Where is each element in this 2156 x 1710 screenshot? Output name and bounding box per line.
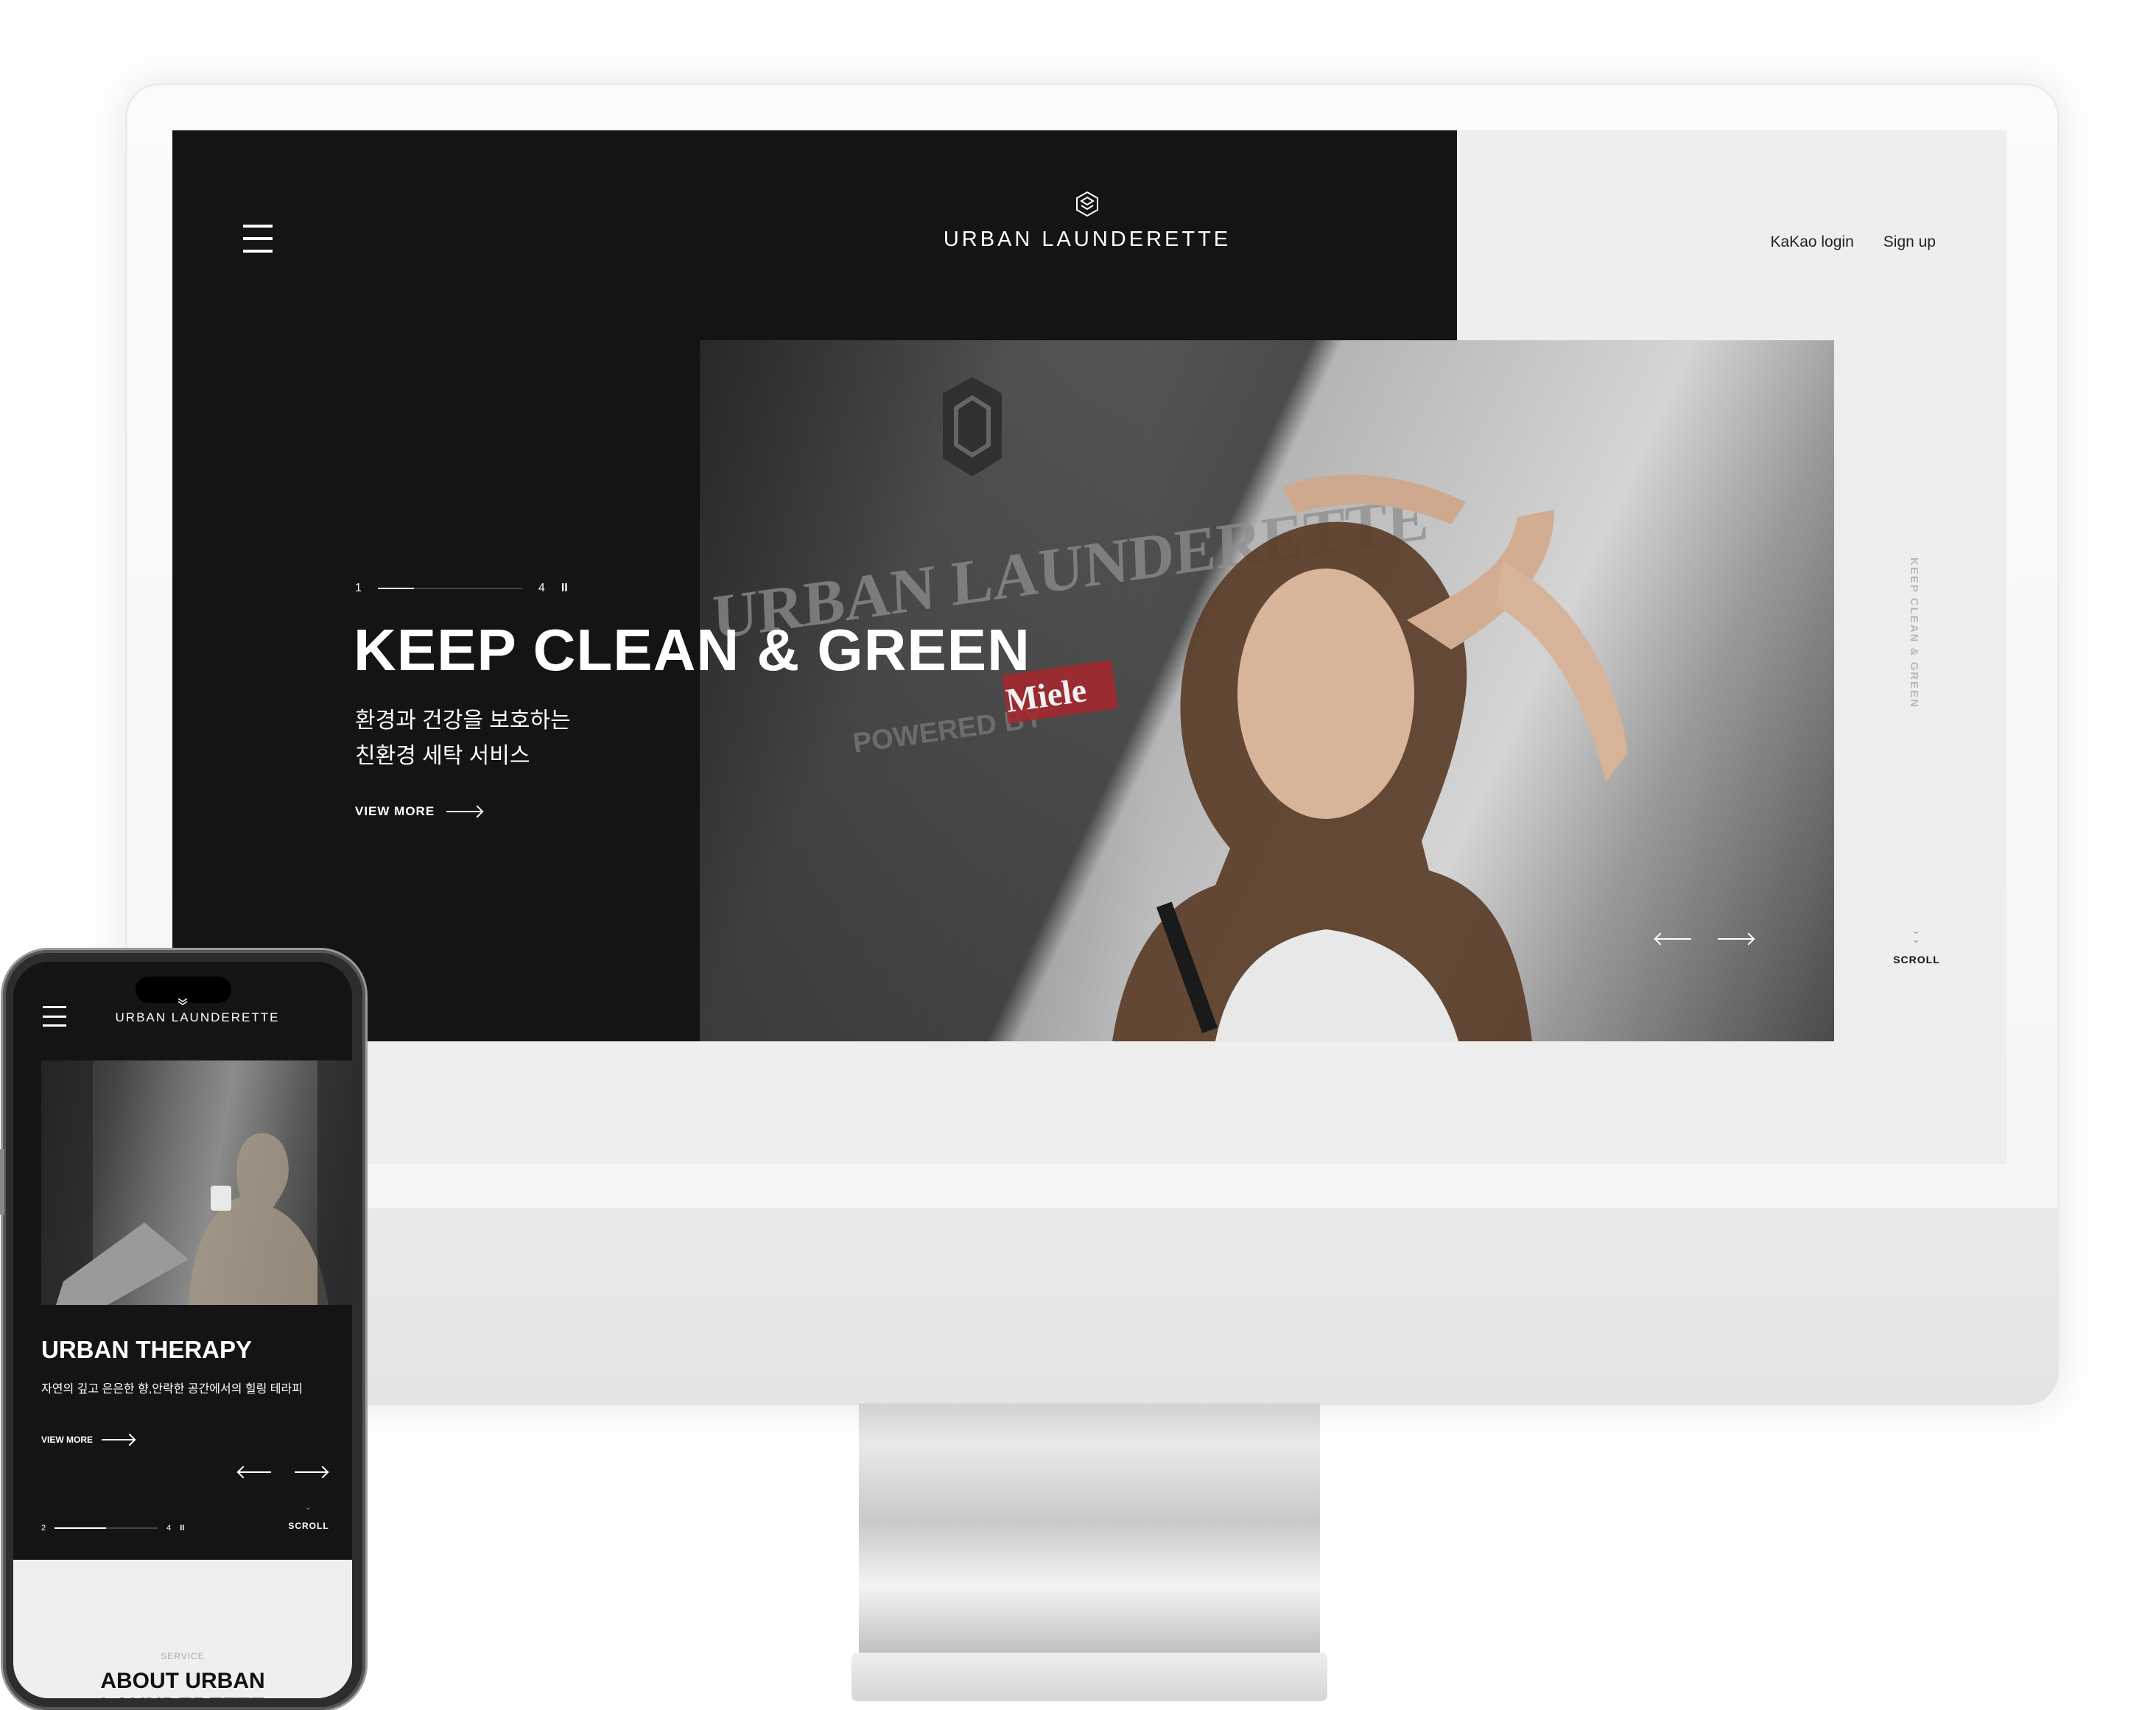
pager-progress-bar bbox=[55, 1527, 158, 1529]
monitor-foot bbox=[851, 1653, 1327, 1701]
pager-current: 2 bbox=[41, 1524, 46, 1533]
monitor-chin bbox=[127, 1208, 2058, 1405]
mobile-view-more-label: VIEW MORE bbox=[41, 1435, 94, 1445]
section-eyebrow: SERVICE bbox=[161, 1651, 205, 1661]
menu-line bbox=[243, 225, 273, 228]
section-heading: ABOUT URBAN LAUNDERETTE bbox=[100, 1669, 265, 1698]
hero-subtitle: 환경과 건강을 보호하는 친환경 세탁 서비스 bbox=[355, 708, 571, 768]
phone-side-button bbox=[0, 1149, 4, 1215]
mobile-scroll-label: SCROLL bbox=[288, 1521, 329, 1531]
kakao-login-link[interactable]: KaKao login bbox=[1771, 233, 1854, 251]
pager-progress-fill bbox=[55, 1527, 107, 1529]
menu-line bbox=[43, 1006, 66, 1008]
prev-slide-arrow-icon[interactable] bbox=[1656, 938, 1691, 940]
menu-line bbox=[43, 1015, 66, 1018]
pause-button[interactable]: II bbox=[561, 582, 568, 595]
chevron-down-icon: ⌄ ⌄ bbox=[1911, 924, 1922, 945]
mobile-hero-title: URBAN THERAPY bbox=[41, 1336, 253, 1363]
pager-progress-fill bbox=[377, 588, 414, 589]
scroll-indicator[interactable]: ⌄ ⌄ SCROLL bbox=[1893, 924, 1940, 965]
hamburger-menu-button[interactable] bbox=[243, 225, 273, 253]
top-links: KaKao login Sign up bbox=[1771, 233, 1936, 251]
hero-title: KEEP CLEAN & GREEN bbox=[354, 617, 1030, 683]
mobile-brand-logo-icon[interactable] bbox=[177, 997, 189, 1006]
scroll-label: SCROLL bbox=[1893, 954, 1940, 965]
arrow-right-icon bbox=[102, 1439, 135, 1440]
pager-total: 4 bbox=[538, 582, 545, 594]
mobile-prev-slide-arrow-icon[interactable] bbox=[239, 1471, 271, 1473]
desktop-screen: URBAN LAUNDERETTE KaKao login Sign up UR… bbox=[172, 130, 2006, 1164]
mobile-hero-pager: 2 4 II bbox=[41, 1524, 184, 1533]
view-more-label: VIEW MORE bbox=[355, 804, 435, 818]
mobile-view-more-link[interactable]: VIEW MORE bbox=[41, 1435, 135, 1445]
slide-arrows bbox=[1656, 938, 1753, 940]
pager-progress-bar bbox=[377, 588, 522, 589]
hero-pager: 1 4 II bbox=[355, 582, 568, 595]
brand-name[interactable]: URBAN LAUNDERETTE bbox=[909, 228, 1265, 252]
mobile-scroll-indicator[interactable]: ⌄ SCROLL bbox=[283, 1502, 334, 1531]
mobile-screen: URBAN LAUNDERETTE URBAN THERAPY 자연의 깊고 은… bbox=[13, 962, 352, 1698]
mobile-hero-subtitle: 자연의 깊고 은은한 향,안락한 공간에서의 힐링 테라피 bbox=[41, 1383, 303, 1396]
mobile-slide-arrows bbox=[239, 1471, 327, 1473]
mobile-hamburger-menu-button[interactable] bbox=[43, 1006, 66, 1027]
menu-line bbox=[243, 250, 273, 253]
sign-up-link[interactable]: Sign up bbox=[1883, 233, 1936, 251]
mobile-hero-photo bbox=[41, 1060, 352, 1305]
next-slide-arrow-icon[interactable] bbox=[1718, 938, 1753, 940]
mobile-next-slide-arrow-icon[interactable] bbox=[295, 1471, 327, 1473]
view-more-link[interactable]: VIEW MORE bbox=[355, 804, 482, 819]
menu-line bbox=[43, 1024, 66, 1027]
pause-button[interactable]: II bbox=[180, 1524, 184, 1533]
arrow-right-icon bbox=[446, 811, 482, 812]
menu-line bbox=[243, 237, 273, 240]
mobile-brand-name[interactable]: URBAN LAUNDERETTE bbox=[72, 1010, 323, 1025]
brand-logo-icon[interactable] bbox=[1074, 191, 1100, 217]
chevron-down-icon: ⌄ bbox=[304, 1503, 313, 1512]
vertical-label: KEEP CLEAN & GREEN bbox=[1908, 557, 1920, 708]
pager-total: 4 bbox=[166, 1524, 172, 1533]
pager-current: 1 bbox=[355, 582, 362, 594]
